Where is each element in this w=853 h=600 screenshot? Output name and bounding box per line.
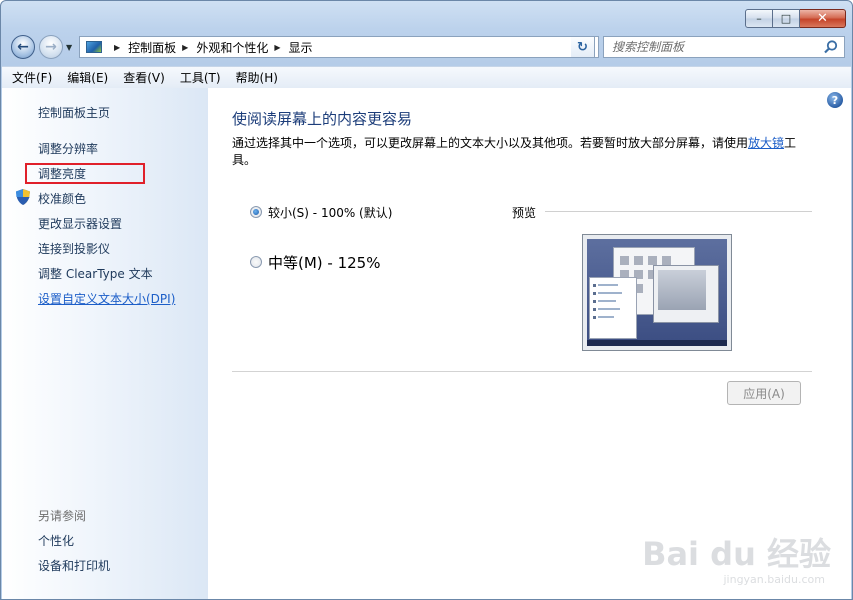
sidebar-item-projector[interactable]: 连接到投影仪	[38, 240, 110, 257]
search-input[interactable]	[604, 37, 824, 57]
breadcrumb-control-panel[interactable]: 控制面板	[128, 39, 176, 56]
option-medium-label[interactable]: 中等(M) - 125%	[268, 252, 380, 273]
arrow-left-icon: ←	[17, 39, 29, 55]
control-panel-icon	[86, 41, 102, 53]
menu-edit[interactable]: 编辑(E)	[67, 69, 108, 86]
recent-pages-dropdown[interactable]: ▼	[66, 43, 72, 52]
section-divider	[232, 371, 812, 372]
preview-divider	[545, 211, 812, 212]
preview-window-list	[589, 277, 637, 339]
menu-file[interactable]: 文件(F)	[12, 69, 52, 86]
content-area: 控制面板主页 调整分辨率 调整亮度 校准颜色 更改显示器设置 连接到投影仪 调整…	[2, 88, 851, 599]
refresh-icon: ↻	[577, 39, 588, 55]
chevron-right-icon[interactable]: ▶	[182, 43, 188, 52]
chevron-right-icon[interactable]: ▶	[274, 43, 280, 52]
sidebar-item-display-settings[interactable]: 更改显示器设置	[38, 215, 122, 232]
watermark: Bai du 经验 jingyan.baidu.com	[637, 529, 837, 589]
preview-taskbar	[587, 340, 727, 346]
refresh-button[interactable]: ↻	[571, 36, 595, 58]
sidebar-item-cleartype[interactable]: 调整 ClearType 文本	[38, 265, 153, 282]
breadcrumb-appearance[interactable]: 外观和个性化	[196, 39, 268, 56]
uac-shield-icon	[16, 189, 30, 205]
watermark-logo: Bai du 经验	[642, 535, 831, 573]
menu-help[interactable]: 帮助(H)	[236, 69, 278, 86]
option-small-label[interactable]: 较小(S) - 100% (默认)	[268, 204, 392, 221]
sidebar-item-resolution[interactable]: 调整分辨率	[38, 140, 98, 157]
watermark-url: jingyan.baidu.com	[723, 573, 825, 586]
search-box[interactable]	[603, 36, 845, 58]
magnifier-link[interactable]: 放大镜	[748, 136, 784, 150]
menu-bar: 文件(F) 编辑(E) 查看(V) 工具(T) 帮助(H)	[2, 66, 851, 89]
see-also-personalization[interactable]: 个性化	[38, 532, 74, 549]
preview-window-front	[653, 265, 719, 323]
menu-view[interactable]: 查看(V)	[123, 69, 165, 86]
window: – □ ✕ ← → ▼ ▶ 控制面板 ▶ 外观和个性化 ▶ 显示 ▼ ↻	[0, 0, 853, 600]
see-also-heading: 另请参阅	[38, 509, 87, 523]
breadcrumb-display[interactable]: 显示	[289, 39, 313, 56]
preview-screen	[587, 239, 727, 346]
search-icon[interactable]	[823, 39, 839, 55]
sidebar-control-panel-home[interactable]: 控制面板主页	[38, 104, 110, 121]
description-text: 通过选择其中一个选项，可以更改屏幕上的文本大小以及其他项。若要暂时放大部分屏幕，…	[232, 136, 749, 150]
apply-button[interactable]: 应用(A)	[727, 381, 801, 405]
address-bar[interactable]: ▶ 控制面板 ▶ 外观和个性化 ▶ 显示 ▼	[79, 36, 599, 58]
main-panel: ? 使阅读屏幕上的内容更容易 通过选择其中一个选项，可以更改屏幕上的文本大小以及…	[208, 88, 851, 599]
preview-label: 预览	[512, 206, 537, 220]
breadcrumb: ▶ 控制面板 ▶ 外观和个性化 ▶ 显示	[108, 39, 313, 56]
forward-button[interactable]: →	[39, 35, 63, 59]
menu-tools[interactable]: 工具(T)	[180, 69, 221, 86]
minimize-button[interactable]: –	[745, 9, 773, 28]
help-icon[interactable]: ?	[827, 92, 843, 108]
preview-image	[582, 234, 732, 351]
sidebar-item-custom-dpi[interactable]: 设置自定义文本大小(DPI)	[38, 290, 175, 307]
close-button[interactable]: ✕	[800, 9, 846, 28]
radio-medium[interactable]	[250, 256, 262, 268]
caption-buttons: – □ ✕	[745, 9, 846, 28]
arrow-right-icon: →	[45, 39, 57, 55]
radio-small[interactable]	[250, 206, 262, 218]
sidebar-item-calibrate[interactable]: 校准颜色	[38, 190, 86, 207]
maximize-button[interactable]: □	[773, 9, 800, 28]
navigation-bar: ← → ▼ ▶ 控制面板 ▶ 外观和个性化 ▶ 显示 ▼ ↻	[1, 31, 852, 63]
back-button[interactable]: ←	[11, 35, 35, 59]
sidebar: 控制面板主页 调整分辨率 调整亮度 校准颜色 更改显示器设置 连接到投影仪 调整…	[2, 88, 208, 599]
sidebar-item-brightness[interactable]: 调整亮度	[38, 165, 86, 182]
page-description: 通过选择其中一个选项，可以更改屏幕上的文本大小以及其他项。若要暂时放大部分屏幕，…	[232, 135, 812, 169]
chevron-right-icon: ▶	[114, 42, 121, 52]
see-also-devices-printers[interactable]: 设备和打印机	[38, 557, 110, 574]
page-title: 使阅读屏幕上的内容更容易	[232, 110, 413, 128]
